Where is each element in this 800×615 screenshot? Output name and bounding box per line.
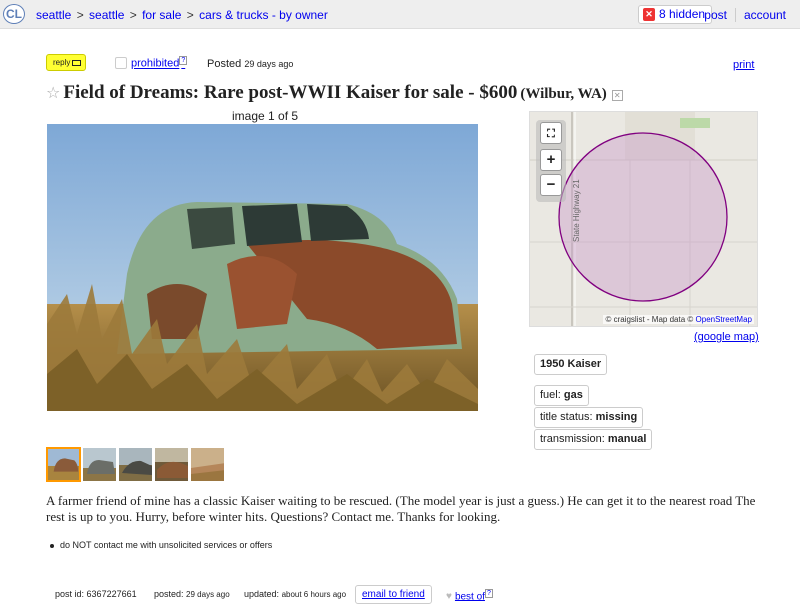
thumbnail-image [48, 449, 79, 480]
prohibited-label: prohibited [131, 57, 180, 70]
breadcrumb-link[interactable]: seattle [36, 8, 71, 22]
transmission-attribute: transmission: manual [534, 429, 653, 450]
trash-icon: ✕ [643, 8, 655, 21]
title-status-label: title status: [540, 411, 593, 423]
posting-body: A farmer friend of mine has a classic Ka… [46, 493, 756, 524]
expand-icon: ⛶ [547, 128, 555, 140]
email-to-friend-button[interactable]: email to friend [355, 585, 432, 604]
best-of-label: best of [454, 591, 485, 603]
posted-date: Posted 29 days ago [207, 58, 293, 70]
posted-value: 29 days ago [186, 590, 230, 599]
model-value: 1950 Kaiser [540, 358, 602, 370]
notice-item: do NOT contact me with unsolicited servi… [50, 540, 272, 550]
thumbnail-strip [46, 447, 225, 482]
map-attribution: © craigslist - Map data © OpenStreetMap [603, 315, 754, 324]
breadcrumb-link[interactable]: seattle [89, 8, 124, 22]
post-id-value: 6367227661 [86, 589, 137, 599]
google-map-link[interactable]: (google map) [694, 331, 759, 343]
location-map[interactable]: State Highway 21 ⛶ + − © craigslist - Ma… [529, 111, 758, 327]
help-badge[interactable]: ? [484, 589, 493, 598]
title-status-attribute: title status: missing [534, 407, 644, 428]
prohibited-link[interactable]: prohibited? [131, 56, 188, 70]
fuel-attribute: fuel: gas [534, 385, 589, 406]
breadcrumb-link[interactable]: for sale [142, 8, 181, 22]
attribution-text: © craigslist - Map data © [605, 315, 694, 324]
thumbnail[interactable] [190, 447, 225, 482]
account-links: post account [696, 8, 794, 22]
zoom-out-button[interactable]: − [540, 174, 562, 196]
post-id-info: post id: 6367227661 [55, 589, 137, 599]
openstreetmap-link[interactable]: OpenStreetMap [696, 315, 752, 324]
post-id-label: post id: [55, 589, 85, 599]
title-status-value: missing [595, 411, 638, 423]
car-photo [47, 124, 478, 411]
updated-label: updated: [244, 589, 280, 599]
model-attribute: 1950 Kaiser [534, 354, 608, 375]
thumbnail[interactable] [118, 447, 153, 482]
notice-text: do NOT contact me with unsolicited servi… [60, 540, 273, 550]
page-title: Field of Dreams: Rare post-WWII Kaiser f… [63, 82, 518, 103]
transmission-value: manual [607, 433, 647, 445]
heart-icon: ♥ [446, 591, 452, 603]
updated-info: updated: about 6 hours ago [244, 589, 346, 599]
favorite-star-icon[interactable]: ☆ [46, 83, 60, 102]
fullscreen-button[interactable]: ⛶ [540, 122, 562, 144]
top-bar: CL seattle > seattle > for sale > cars &… [0, 0, 800, 29]
bullet-icon [50, 543, 54, 548]
hide-posting-icon[interactable]: ✕ [611, 89, 623, 101]
thumbnail[interactable] [46, 447, 81, 482]
thumbnail-image [83, 448, 116, 481]
road-label: State Highway 21 [572, 179, 581, 242]
breadcrumb-link[interactable]: cars & trucks - by owner [199, 8, 328, 22]
print-link[interactable]: print [733, 59, 754, 71]
reply-label: reply [53, 58, 71, 67]
fuel-value: gas [563, 389, 583, 401]
location-label: (Wilbur, WA) [520, 86, 607, 102]
thumbnail[interactable] [154, 447, 189, 482]
help-badge[interactable]: ? [179, 56, 188, 65]
flag-checkbox[interactable] [115, 57, 127, 69]
envelope-icon [72, 59, 82, 66]
thumbnail[interactable] [82, 447, 117, 482]
posted-label: posted: [154, 589, 184, 599]
reply-button[interactable]: reply [46, 54, 86, 71]
posted-time: 29 days ago [244, 59, 294, 69]
thumbnail-image [119, 448, 152, 481]
posting-title: ☆ Field of Dreams: Rare post-WWII Kaiser… [46, 82, 623, 104]
fuel-label: fuel: [540, 389, 561, 401]
thumbnail-image [155, 448, 188, 481]
thumbnail-image [191, 448, 224, 481]
image-counter: image 1 of 5 [232, 109, 299, 123]
post-link[interactable]: post [696, 8, 735, 22]
updated-value: about 6 hours ago [281, 590, 347, 599]
best-of-link[interactable]: ♥ best of? [446, 589, 493, 603]
transmission-label: transmission: [540, 433, 605, 445]
posted-info: posted: 29 days ago [154, 589, 230, 599]
breadcrumb: seattle > seattle > for sale > cars & tr… [36, 8, 328, 22]
account-link[interactable]: account [734, 8, 794, 22]
craigslist-logo[interactable]: CL [3, 4, 25, 24]
zoom-in-button[interactable]: + [540, 149, 562, 171]
posted-label: Posted [207, 58, 242, 70]
main-photo[interactable] [47, 124, 478, 411]
